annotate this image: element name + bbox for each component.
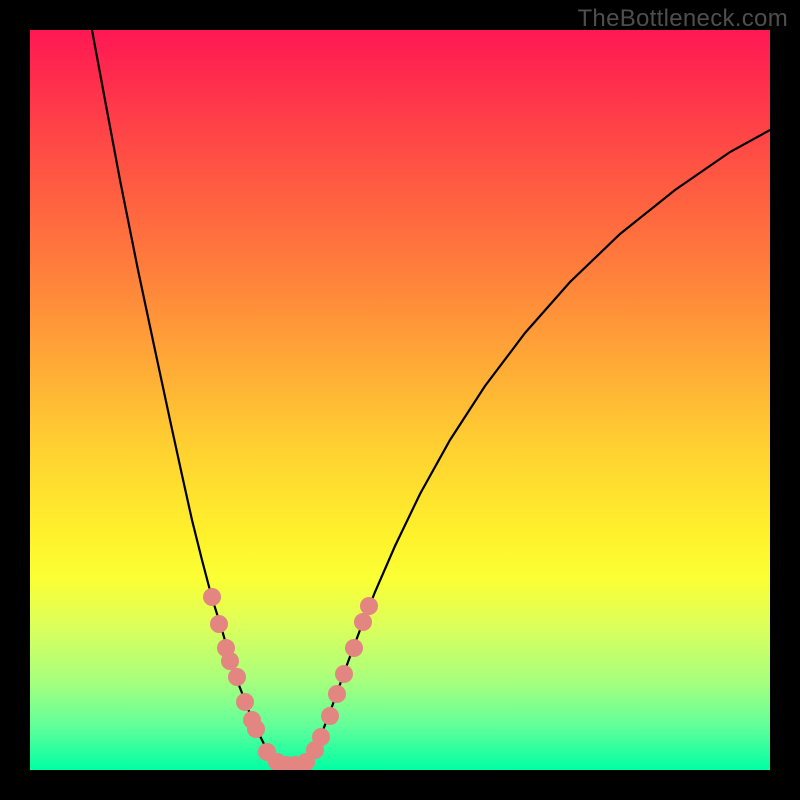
- marker-dots: [203, 588, 378, 770]
- marker-dot: [312, 728, 330, 746]
- marker-dot: [360, 597, 378, 615]
- marker-dot: [354, 613, 372, 631]
- plot-area: [30, 30, 770, 770]
- marker-dot: [236, 693, 254, 711]
- marker-dot: [210, 615, 228, 633]
- curve-svg: [30, 30, 770, 770]
- marker-dot: [345, 639, 363, 657]
- curve-left: [92, 30, 277, 764]
- chart-frame: TheBottleneck.com: [0, 0, 800, 800]
- marker-dot: [247, 720, 265, 738]
- marker-dot: [221, 652, 239, 670]
- marker-dot: [335, 665, 353, 683]
- curve-right: [307, 130, 770, 764]
- marker-dot: [228, 668, 246, 686]
- marker-dot: [321, 707, 339, 725]
- marker-dot: [203, 588, 221, 606]
- watermark-text: TheBottleneck.com: [577, 5, 788, 33]
- marker-dot: [328, 685, 346, 703]
